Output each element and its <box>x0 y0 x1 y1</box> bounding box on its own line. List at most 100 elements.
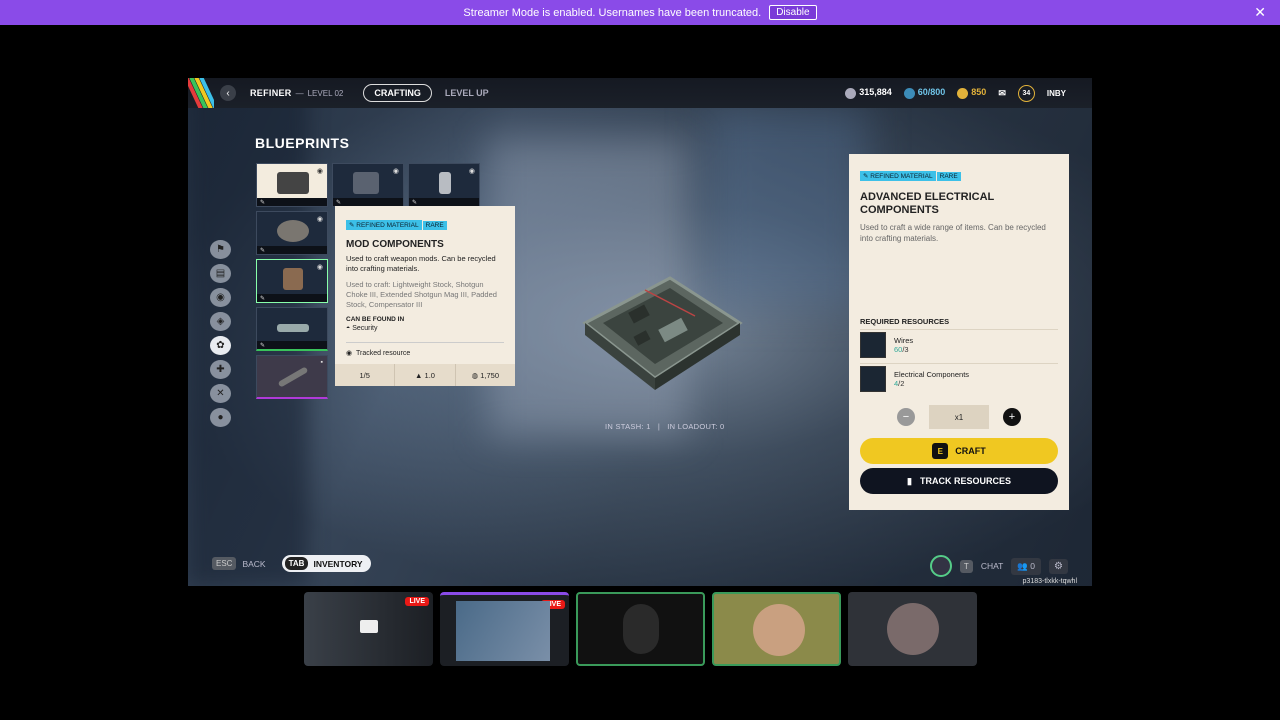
slots-value: 60/800 <box>917 87 946 98</box>
avatar <box>753 604 805 656</box>
blueprint-card[interactable]: ◉ ✎ <box>256 259 328 303</box>
tag-rare: RARE <box>422 221 447 230</box>
screen-share-icon <box>360 620 378 633</box>
disable-button[interactable]: Disable <box>769 5 817 20</box>
category-shield-icon[interactable]: ◈ <box>210 312 231 331</box>
participant-tile[interactable] <box>576 592 705 666</box>
category-medical-icon[interactable]: ✚ <box>210 360 231 379</box>
blueprint-card[interactable]: ✎ <box>256 307 328 351</box>
wrench-icon: ✎ <box>260 248 266 254</box>
back-arrow-icon[interactable]: ‹ <box>220 85 236 101</box>
bottom-right-controls: T CHAT 👥 0 ⚙ <box>929 555 1068 577</box>
tag-rare: RARE <box>936 172 961 181</box>
blueprint-card[interactable]: ◉ ✎ <box>256 211 328 255</box>
blueprint-card[interactable]: ◉ ✎ <box>332 163 404 207</box>
eye-icon: ◉ <box>346 350 353 357</box>
weight-icon: ▲ <box>415 370 423 380</box>
bottom-left-controls: ESC BACK TAB INVENTORY <box>212 555 371 572</box>
eye-icon: ◉ <box>316 168 323 175</box>
category-sidebar: ⚑ ▤ ◉ ◈ ✿ ✚ ✕ ● <box>210 240 231 427</box>
category-weapons-icon[interactable]: ⚑ <box>210 240 231 259</box>
wrench-icon: ✎ <box>412 200 418 206</box>
player-name: INBY <box>1046 88 1066 98</box>
eye-icon: ◉ <box>392 168 399 175</box>
token-icon <box>957 87 969 99</box>
decrease-button[interactable]: − <box>897 408 915 426</box>
compass-icon <box>929 555 952 577</box>
participant-tile[interactable] <box>848 592 977 666</box>
participant-tile[interactable]: LIVE <box>440 592 569 666</box>
session-id: p3183-tlxkk-tqwhl <box>1022 578 1077 585</box>
value: ◍ 1,750 <box>471 370 500 380</box>
close-icon[interactable]: ✕ <box>1254 4 1266 21</box>
wrench-icon: ✎ <box>336 200 342 206</box>
lock-icon: ▪ <box>320 359 323 366</box>
wrench-icon: ✎ <box>260 343 266 349</box>
participant-tile[interactable] <box>712 592 841 666</box>
coin-icon <box>845 87 857 99</box>
tooltip-used-to-craft: Used to craft: Lightweight Stock, Shotgu… <box>346 280 497 309</box>
track-resources-button[interactable]: ▮ TRACK RESOURCES <box>860 468 1058 494</box>
wires-thumbnail <box>860 331 886 358</box>
tokens: 850 <box>957 87 987 99</box>
participant-tile[interactable]: LIVE <box>304 592 433 666</box>
mail-icon[interactable]: ✉ <box>998 88 1006 99</box>
in-loadout: IN LOADOUT: 0 <box>667 422 725 431</box>
esc-key[interactable]: ESC <box>212 557 237 570</box>
inventory-button[interactable]: TAB INVENTORY <box>281 555 371 572</box>
station-name: REFINER <box>250 88 292 98</box>
location-icon: ◓ <box>346 325 351 332</box>
increase-button[interactable]: + <box>1003 408 1021 426</box>
bookmark-icon: ▮ <box>907 475 912 486</box>
back-label[interactable]: BACK <box>242 559 265 569</box>
chat-label[interactable]: CHAT <box>981 561 1004 571</box>
party-count[interactable]: 👥 0 <box>1011 557 1042 575</box>
currency-bar: 315,884 60/800 850 ✉ 34 INBY <box>845 78 1066 108</box>
wrench-icon: ✎ <box>260 200 266 206</box>
credits-value: 315,884 <box>859 87 892 98</box>
live-badge: LIVE <box>405 597 429 606</box>
station-level: LEVEL 02 <box>307 88 344 98</box>
banner-message: Streamer Mode is enabled. Usernames have… <box>463 6 762 19</box>
found-in-label: CAN BE FOUND IN <box>346 316 405 323</box>
craft-button[interactable]: E CRAFT <box>860 438 1058 464</box>
participant-tiles: LIVE LIVE <box>304 592 977 666</box>
category-tools-icon[interactable]: ✕ <box>210 384 231 403</box>
tab-level-up[interactable]: LEVEL UP <box>445 88 489 98</box>
blueprints-title: BLUEPRINTS <box>255 135 350 151</box>
resource-row: Electrical Components 4/2 <box>860 363 1058 393</box>
blueprint-card-locked[interactable]: ▪ <box>256 355 328 399</box>
game-viewport: ‹ REFINER — LEVEL 02 CRAFTING LEVEL UP 3… <box>188 78 1092 586</box>
tooltip-description: Used to craft weapon mods. Can be recycl… <box>346 254 496 273</box>
streamer-mode-banner: Streamer Mode is enabled. Usernames have… <box>0 0 1280 25</box>
backpack-icon <box>903 87 915 99</box>
category-armor-icon[interactable]: ▤ <box>210 264 231 283</box>
blueprint-card[interactable]: ◉ ✎ <box>256 163 328 207</box>
craft-item-title: ADVANCED ELECTRICAL COMPONENTS <box>860 191 995 216</box>
credits: 315,884 <box>845 87 892 99</box>
tokens-value: 850 <box>971 87 987 98</box>
tag-refined-material: ✎ REFINED MATERIAL <box>860 171 936 181</box>
resource-row: Wires 60/3 <box>860 329 1058 359</box>
craft-item-description: Used to craft a wide range of items. Can… <box>860 223 1046 243</box>
blueprint-card[interactable]: ◉ ✎ <box>408 163 480 207</box>
top-bar: ‹ REFINER — LEVEL 02 CRAFTING LEVEL UP 3… <box>188 78 1092 108</box>
tag-refined-material: ✎ REFINED MATERIAL <box>346 220 422 230</box>
craft-panel: ✎ REFINED MATERIAL RARE ADVANCED ELECTRIC… <box>849 154 1069 510</box>
tooltip-stats: 1/5 ▲ 1.0 ◍ 1,750 <box>335 364 515 386</box>
avatar <box>887 603 939 655</box>
category-materials-icon[interactable]: ✿ <box>210 336 231 355</box>
stream-preview <box>456 601 550 661</box>
stack-size: 1/5 <box>335 364 396 386</box>
tracked-resource: ◉ Tracked resource <box>346 342 504 357</box>
found-in-location: ◓ Security <box>346 325 378 332</box>
chat-key[interactable]: T <box>959 559 973 573</box>
tab-crafting[interactable]: CRAFTING <box>363 84 432 102</box>
tab-key: TAB <box>284 557 309 570</box>
category-misc-icon[interactable]: ● <box>210 408 231 427</box>
settings-icon[interactable]: ⚙ <box>1049 558 1068 574</box>
quantity-value[interactable]: x1 <box>929 405 989 429</box>
wrench-icon: ✎ <box>260 296 266 302</box>
in-stash: IN STASH: 1 <box>605 422 651 431</box>
category-grenades-icon[interactable]: ◉ <box>210 288 231 307</box>
